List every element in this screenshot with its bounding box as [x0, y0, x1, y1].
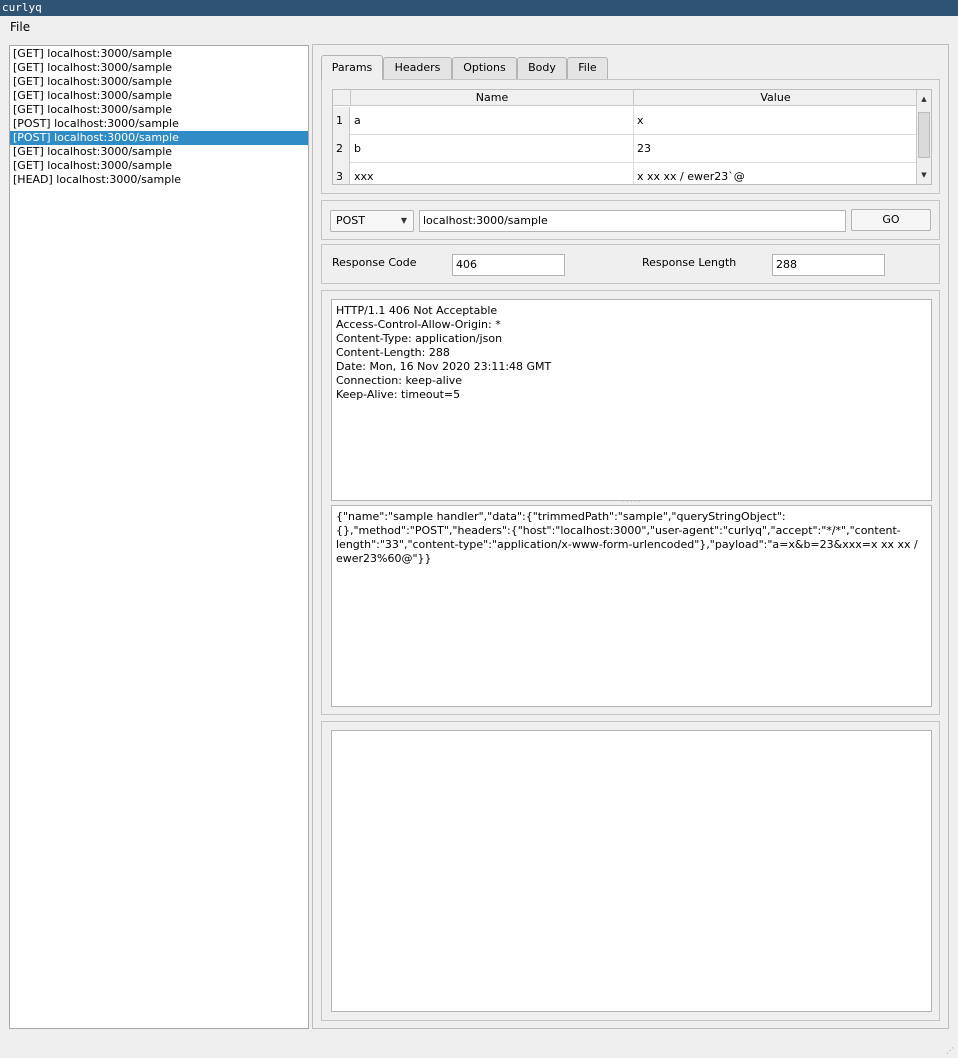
row-number-header	[333, 90, 351, 106]
scroll-down-icon[interactable]: ▼	[917, 168, 931, 182]
response-length-field[interactable]: 288	[772, 254, 885, 276]
go-button[interactable]: GO	[851, 209, 931, 231]
resize-grip-icon[interactable]: ⋰	[946, 1046, 956, 1056]
history-item[interactable]: [GET] localhost:3000/sample	[10, 61, 308, 75]
response-length-label: Response Length	[642, 256, 737, 269]
scroll-up-icon[interactable]: ▲	[917, 92, 931, 106]
table-row[interactable]: 3 xxx x xx xx / ewer23`@	[333, 163, 917, 184]
tab-headers[interactable]: Headers	[383, 57, 452, 79]
history-item[interactable]: [POST] localhost:3000/sample	[10, 131, 308, 145]
request-bar: POST ▼ localhost:3000/sample GO	[321, 200, 940, 240]
history-item[interactable]: [HEAD] localhost:3000/sample	[10, 173, 308, 187]
response-code-label: Response Code	[332, 256, 417, 269]
params-table[interactable]: Name Value 1 a x 2 b 23 3 xxx x xx xx / …	[332, 89, 932, 185]
response-body-text[interactable]: {"name":"sample handler","data":{"trimme…	[331, 505, 932, 707]
history-item[interactable]: [POST] localhost:3000/sample	[10, 117, 308, 131]
history-item[interactable]: [GET] localhost:3000/sample	[10, 103, 308, 117]
request-panel: Params Headers Options Body File Name Va…	[312, 44, 949, 1029]
history-item[interactable]: [GET] localhost:3000/sample	[10, 145, 308, 159]
chevron-down-icon: ▼	[400, 216, 407, 225]
menu-file[interactable]: File	[4, 18, 36, 36]
table-row[interactable]: 1 a x	[333, 107, 917, 135]
row-number: 2	[333, 135, 350, 163]
response-headers-text[interactable]: HTTP/1.1 406 Not Acceptable Access-Contr…	[331, 299, 932, 501]
response-group: HTTP/1.1 406 Not Acceptable Access-Contr…	[321, 290, 940, 715]
menu-bar: File	[0, 16, 958, 38]
column-header-name[interactable]: Name	[351, 90, 634, 106]
history-item[interactable]: [GET] localhost:3000/sample	[10, 89, 308, 103]
table-scrollbar[interactable]: ▲ ▼	[916, 90, 931, 184]
params-tab-pane: Name Value 1 a x 2 b 23 3 xxx x xx xx / …	[321, 79, 940, 194]
window-title: curlyq	[0, 0, 958, 16]
response-status-group: Response Code 406 Response Length 288	[321, 244, 940, 284]
output-group	[321, 721, 940, 1021]
table-header: Name Value	[333, 90, 917, 106]
param-value-cell[interactable]: x xx xx / ewer23`@	[634, 163, 917, 184]
method-value: POST	[336, 214, 365, 227]
row-number: 3	[333, 163, 350, 184]
history-list[interactable]: [GET] localhost:3000/sample [GET] localho…	[9, 45, 309, 1029]
param-name-cell[interactable]: b	[351, 135, 634, 163]
param-name-cell[interactable]: xxx	[351, 163, 634, 184]
column-header-value[interactable]: Value	[634, 90, 917, 106]
table-row[interactable]: 2 b 23	[333, 135, 917, 163]
param-name-cell[interactable]: a	[351, 107, 634, 135]
response-code-field[interactable]: 406	[452, 254, 565, 276]
param-value-cell[interactable]: 23	[634, 135, 917, 163]
tab-file[interactable]: File	[567, 57, 608, 79]
params-group: Params Headers Options Body File Name Va…	[320, 55, 940, 195]
method-dropdown[interactable]: POST ▼	[330, 210, 414, 232]
output-text[interactable]	[331, 730, 932, 1012]
row-number: 1	[333, 107, 350, 135]
splitter-handle[interactable]: · · · · ·	[322, 500, 941, 506]
history-item[interactable]: [GET] localhost:3000/sample	[10, 75, 308, 89]
history-item[interactable]: [GET] localhost:3000/sample	[10, 159, 308, 173]
tab-options[interactable]: Options	[452, 57, 517, 79]
tab-body[interactable]: Body	[517, 57, 567, 79]
scrollbar-thumb[interactable]	[918, 112, 930, 158]
history-item[interactable]: [GET] localhost:3000/sample	[10, 47, 308, 61]
param-value-cell[interactable]: x	[634, 107, 917, 135]
tab-params[interactable]: Params	[321, 55, 383, 80]
url-input[interactable]: localhost:3000/sample	[419, 210, 846, 232]
